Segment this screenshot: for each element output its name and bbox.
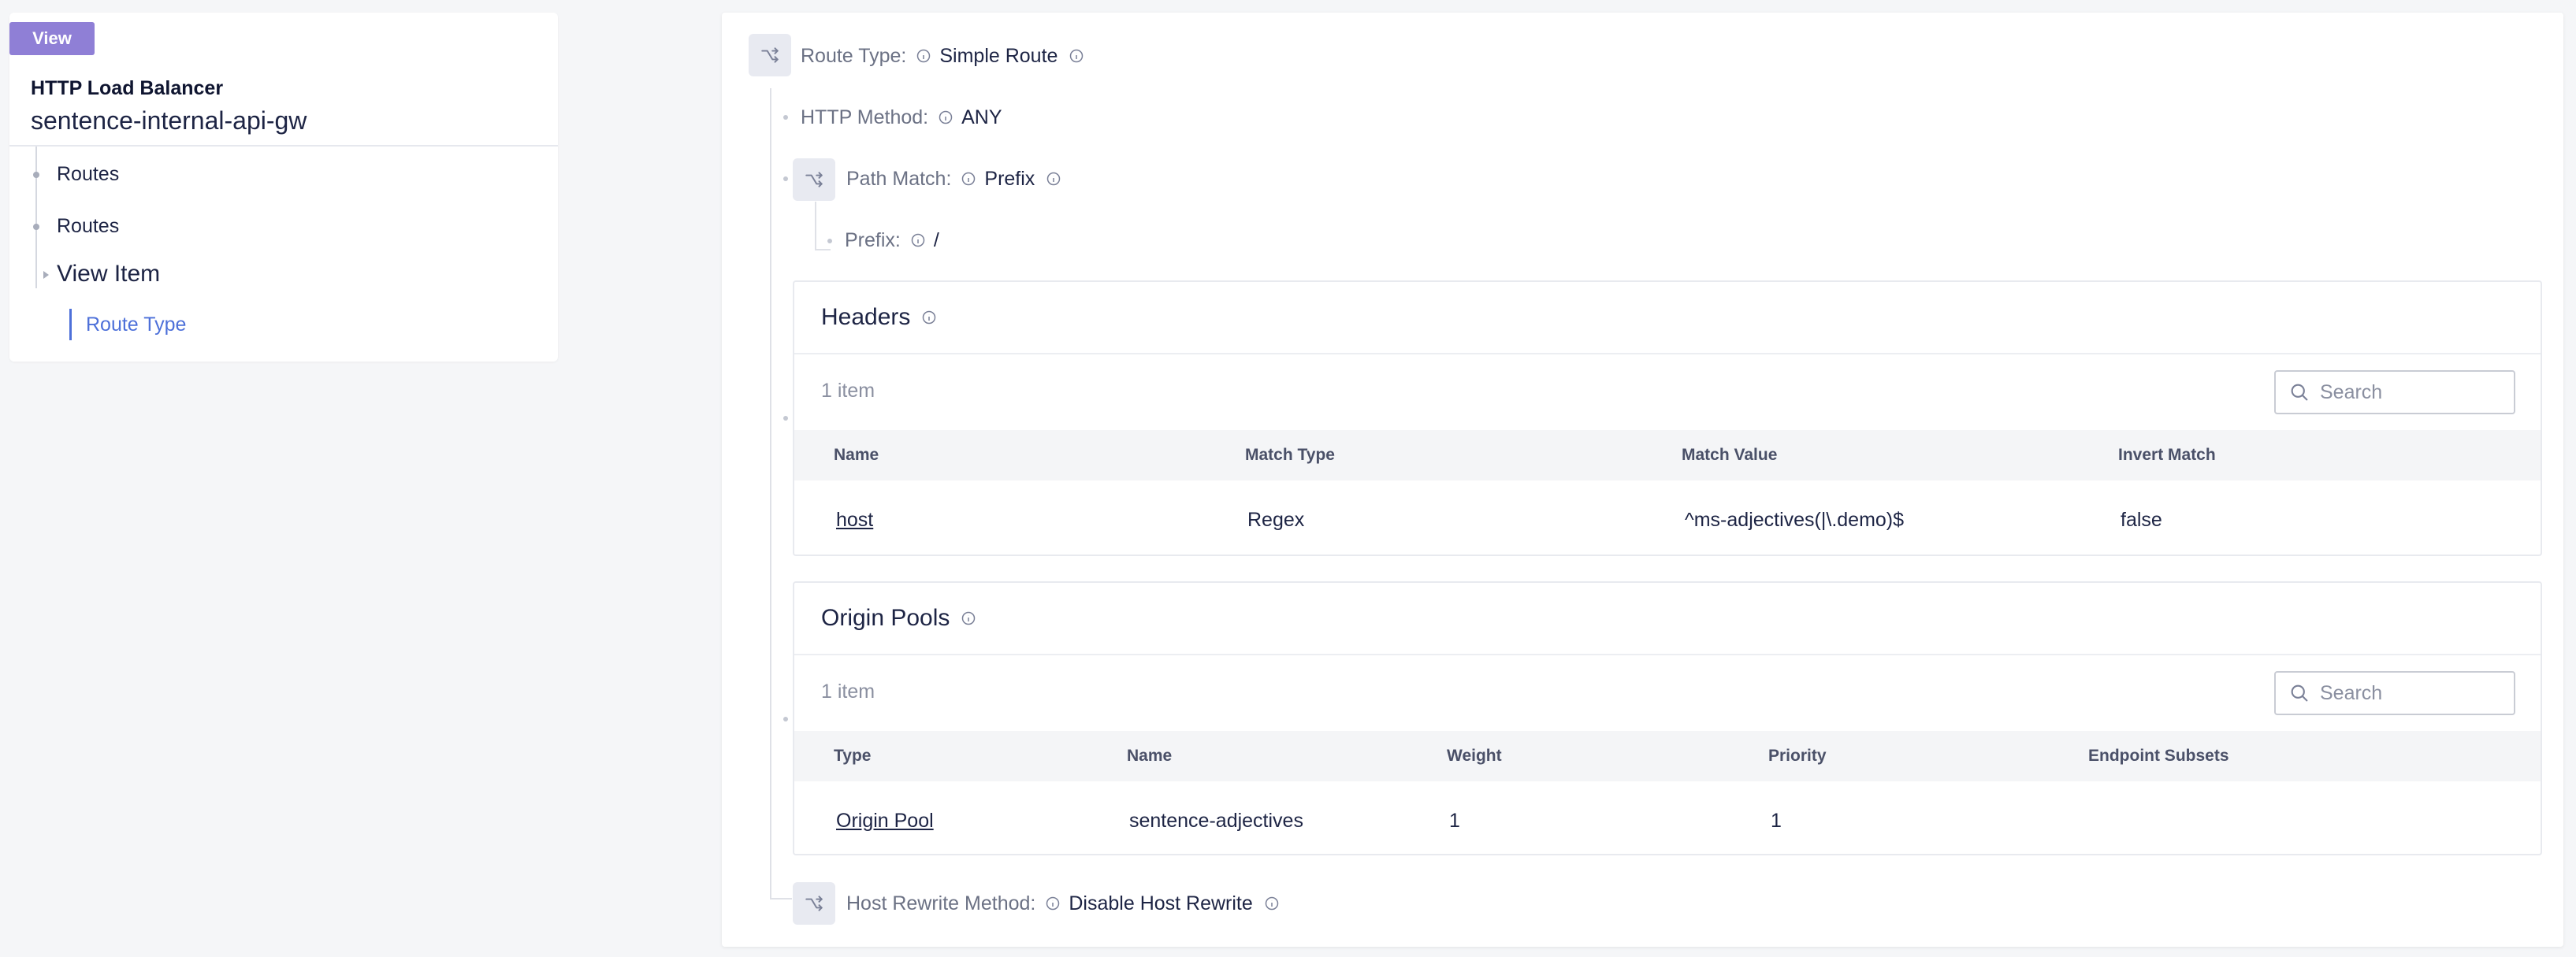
column-header-match-type[interactable]: Match Type <box>1245 430 1335 480</box>
headers-search[interactable] <box>2274 370 2515 414</box>
headers-table-header: Name Match Type Match Value Invert Match <box>794 430 2541 480</box>
origin-pool-name: sentence-adjectives <box>1129 809 1303 832</box>
column-header-priority[interactable]: Priority <box>1768 731 1827 781</box>
info-icon[interactable] <box>1046 171 1061 187</box>
info-icon[interactable] <box>1264 896 1280 911</box>
card-divider <box>794 654 2541 655</box>
column-header-type[interactable]: Type <box>834 731 871 781</box>
tree-connector <box>815 249 831 250</box>
header-invert-match: false <box>2121 508 2162 531</box>
tree-node-dot <box>783 115 788 120</box>
card-divider <box>794 353 2541 354</box>
header-name-link[interactable]: host <box>836 504 873 536</box>
origin-pools-title-text: Origin Pools <box>821 605 950 631</box>
object-summary-panel: View HTTP Load Balancer sentence-interna… <box>9 13 558 362</box>
headers-search-input[interactable] <box>2320 380 2493 404</box>
breadcrumb-routes-2[interactable]: Routes <box>57 215 119 238</box>
column-header-weight[interactable]: Weight <box>1447 731 1502 781</box>
path-match-label: Path Match: <box>846 167 952 190</box>
route-type-label: Route Type: <box>801 44 907 67</box>
tree-node-dot <box>783 717 788 721</box>
breadcrumb-routes-1[interactable]: Routes <box>57 163 119 186</box>
http-method-label: HTTP Method: <box>801 106 929 128</box>
column-header-name[interactable]: Name <box>1127 731 1172 781</box>
nav-item-route-type-label: Route Type <box>86 313 187 336</box>
route-split-icon[interactable] <box>749 34 791 76</box>
info-icon[interactable] <box>910 232 926 248</box>
origin-pools-search[interactable] <box>2274 671 2515 715</box>
column-header-match-value[interactable]: Match Value <box>1682 430 1777 480</box>
origin-pools-title: Origin Pools <box>821 605 976 632</box>
tree-node-dot <box>33 172 39 178</box>
column-header-invert-match[interactable]: Invert Match <box>2118 430 2216 480</box>
headers-item-count: 1 item <box>821 380 875 402</box>
origin-pool-priority: 1 <box>1771 809 1782 832</box>
headers-title-text: Headers <box>821 304 911 330</box>
column-header-endpoint-subsets[interactable]: Endpoint Subsets <box>2088 731 2229 781</box>
prefix-value: / <box>933 228 939 251</box>
info-icon[interactable] <box>938 109 953 125</box>
panel-divider <box>9 145 558 147</box>
info-icon[interactable] <box>961 610 976 626</box>
tree-connector <box>770 898 792 900</box>
tree-node-dot <box>783 416 788 421</box>
origin-pools-card: Origin Pools 1 item Type Name Weight Pri… <box>793 581 2542 855</box>
prefix-row: Prefix: / <box>845 227 939 254</box>
info-icon[interactable] <box>1069 48 1084 64</box>
route-split-icon[interactable] <box>793 882 835 925</box>
origin-pools-item-count: 1 item <box>821 681 875 703</box>
info-icon[interactable] <box>921 310 937 325</box>
tree-node-dot <box>783 176 788 181</box>
origin-pool-weight: 1 <box>1449 809 1460 832</box>
prefix-label: Prefix: <box>845 228 901 251</box>
column-header-name[interactable]: Name <box>834 430 879 480</box>
tree-node-dot <box>827 239 832 243</box>
info-icon[interactable] <box>916 48 931 64</box>
tree-connector <box>35 147 37 288</box>
nav-item-route-type[interactable]: Route Type <box>69 309 186 340</box>
headers-title: Headers <box>821 304 937 331</box>
host-rewrite-label: Host Rewrite Method: <box>846 892 1036 914</box>
info-icon[interactable] <box>961 171 976 187</box>
header-match-type: Regex <box>1247 508 1305 531</box>
path-match-row: Path Match: Prefix <box>846 165 1061 192</box>
headers-card: Headers 1 item Name Match Type Match Val… <box>793 280 2542 556</box>
route-split-icon[interactable] <box>793 158 835 201</box>
host-rewrite-value: Disable Host Rewrite <box>1069 892 1253 914</box>
search-icon <box>2291 384 2308 401</box>
route-type-value: Simple Route <box>939 44 1058 67</box>
object-type-label: HTTP Load Balancer <box>31 77 224 99</box>
tree-connector <box>815 202 816 250</box>
origin-pools-search-input[interactable] <box>2320 681 2493 705</box>
origin-pool-type-link[interactable]: Origin Pool <box>836 805 934 836</box>
path-match-value: Prefix <box>984 167 1035 190</box>
http-method-value: ANY <box>961 106 1002 128</box>
info-icon[interactable] <box>1045 896 1061 911</box>
view-mode-badge: View <box>9 22 95 55</box>
breadcrumb-view-item[interactable]: View Item <box>57 261 160 287</box>
search-icon <box>2291 684 2308 702</box>
tree-node-arrow <box>43 271 49 279</box>
route-type-row: Route Type: Simple Route <box>801 43 1084 69</box>
http-method-row: HTTP Method: ANY <box>801 104 1002 131</box>
route-detail-panel: Route Type: Simple Route HTTP Method: AN… <box>722 13 2563 947</box>
tree-connector <box>770 88 771 900</box>
header-match-value: ^ms-adjectives(|\.demo)$ <box>1685 508 1905 531</box>
object-name: sentence-internal-api-gw <box>31 106 307 135</box>
tree-node-dot <box>33 224 39 230</box>
host-rewrite-row: Host Rewrite Method: Disable Host Rewrit… <box>846 890 1280 917</box>
origin-pools-table-header: Type Name Weight Priority Endpoint Subse… <box>794 731 2541 781</box>
